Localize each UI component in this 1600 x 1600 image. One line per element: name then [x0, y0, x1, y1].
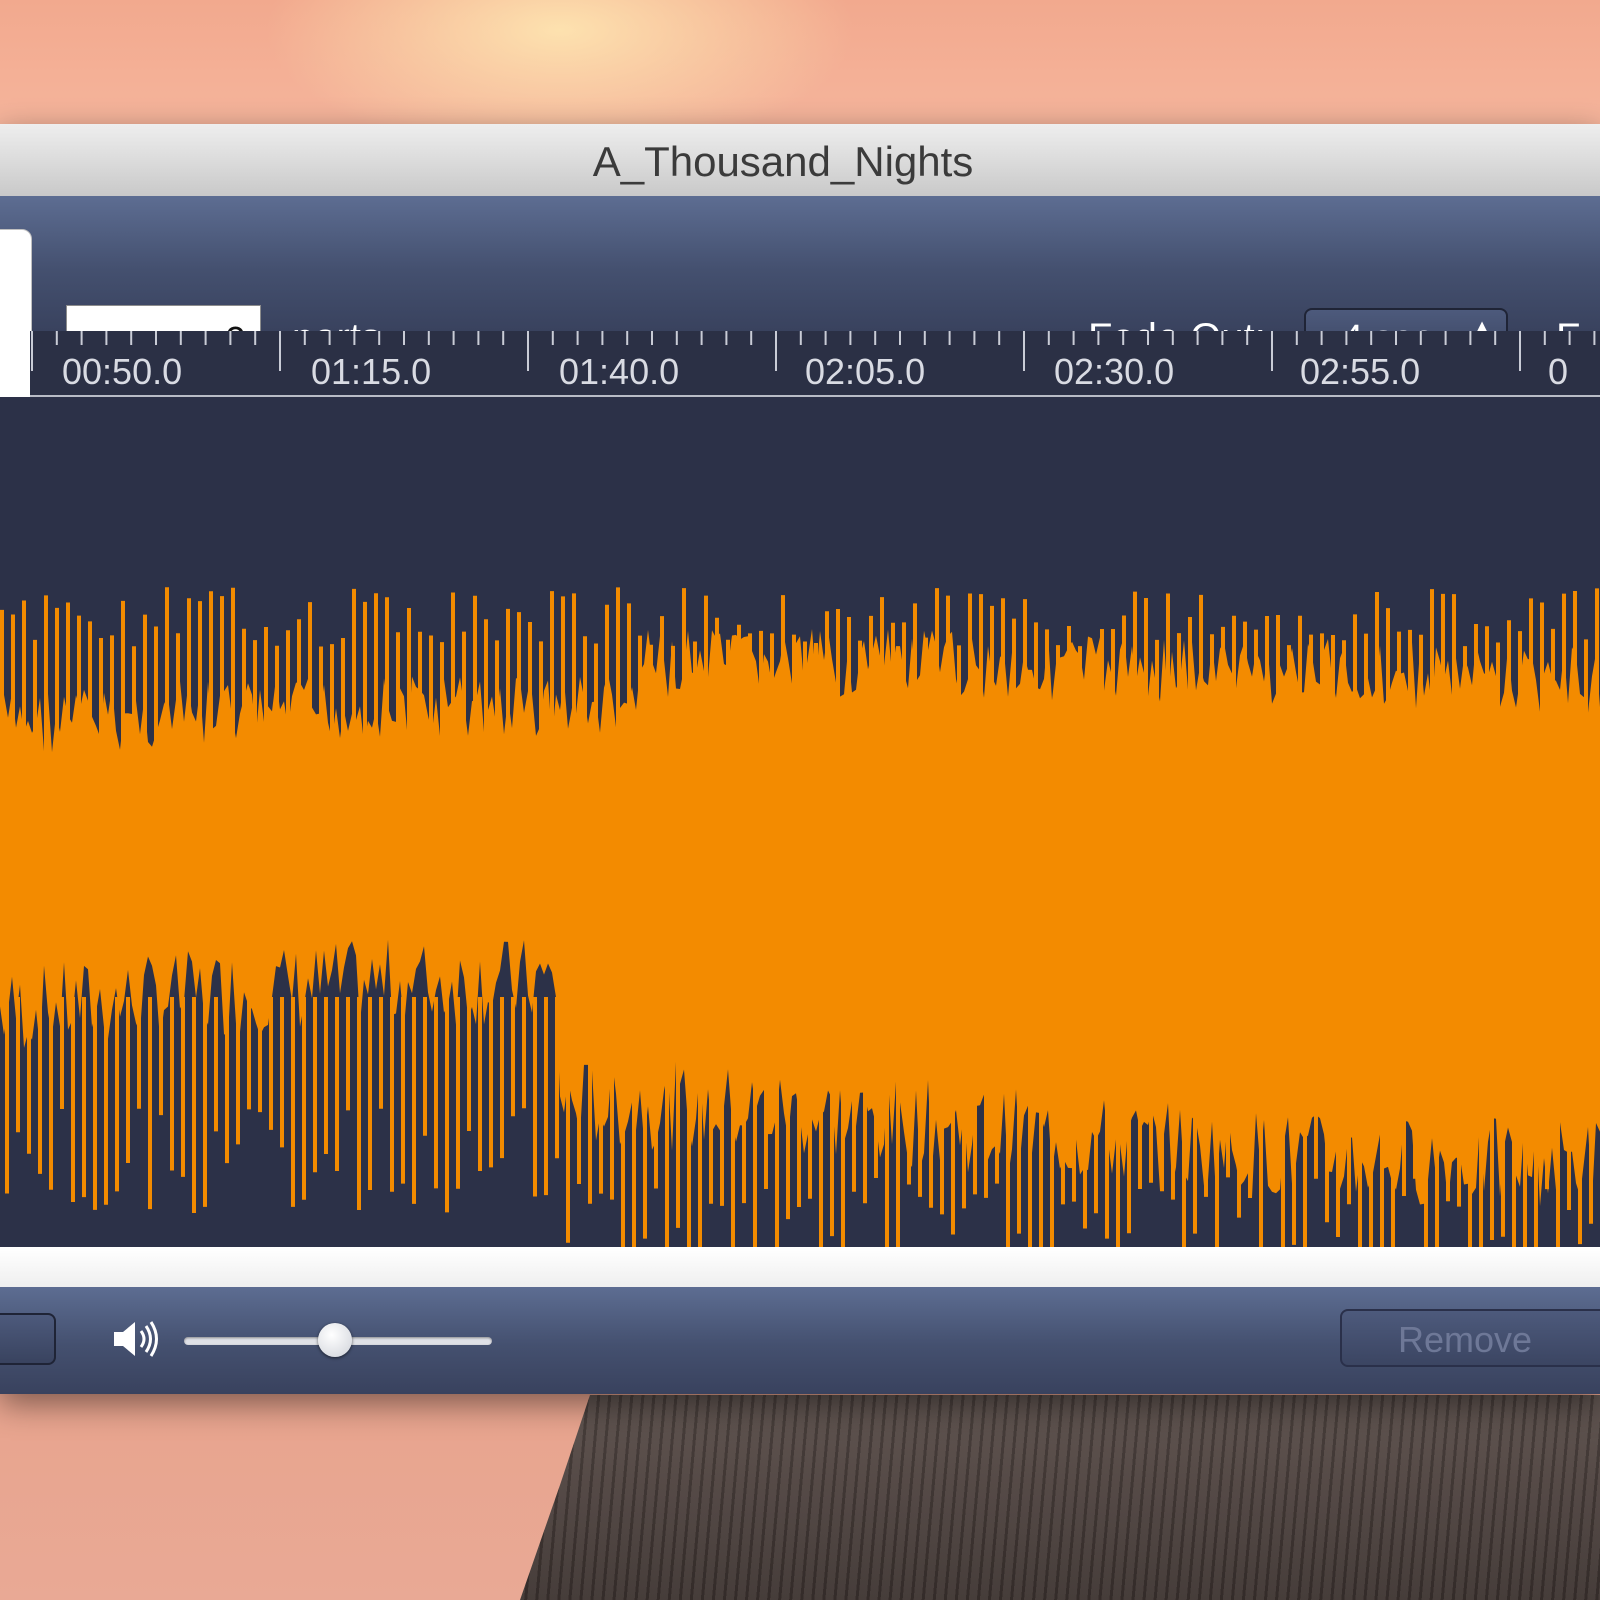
volume-slider-knob[interactable]: [317, 1323, 352, 1357]
waveform: [0, 587, 1600, 1285]
window-title: A_Thousand_Nights: [592, 138, 974, 185]
title-bar[interactable]: A_Thousand_Nights: [0, 124, 1600, 197]
toolbar: parts Fade Out: 4 sec ▲▼ F: [0, 196, 1600, 367]
tick-label: 00:50.0: [62, 351, 183, 392]
tick-label: 0: [1548, 351, 1569, 392]
overview-strip[interactable]: [0, 1247, 1600, 1288]
time-ruler[interactable]: 00:50.0 01:15.0 01:40.0 02:05.0 02:30.0 …: [30, 331, 1600, 397]
desktop-rock-image: [520, 1395, 1600, 1600]
tick-label: 02:30.0: [1054, 351, 1175, 392]
tick-label: 02:55.0: [1300, 351, 1421, 392]
speaker-icon[interactable]: [110, 1317, 160, 1361]
bottom-bar: Remove: [0, 1287, 1600, 1394]
audio-window: A_Thousand_Nights parts Fade Out: 4 sec …: [0, 124, 1600, 1394]
tick-label: 01:40.0: [559, 351, 680, 392]
tick-label: 02:05.0: [805, 351, 926, 392]
tick-label: 01:15.0: [311, 351, 432, 392]
waveform-area[interactable]: [0, 397, 1600, 1285]
left-button[interactable]: [0, 1313, 56, 1365]
remove-button[interactable]: Remove: [1340, 1309, 1600, 1367]
